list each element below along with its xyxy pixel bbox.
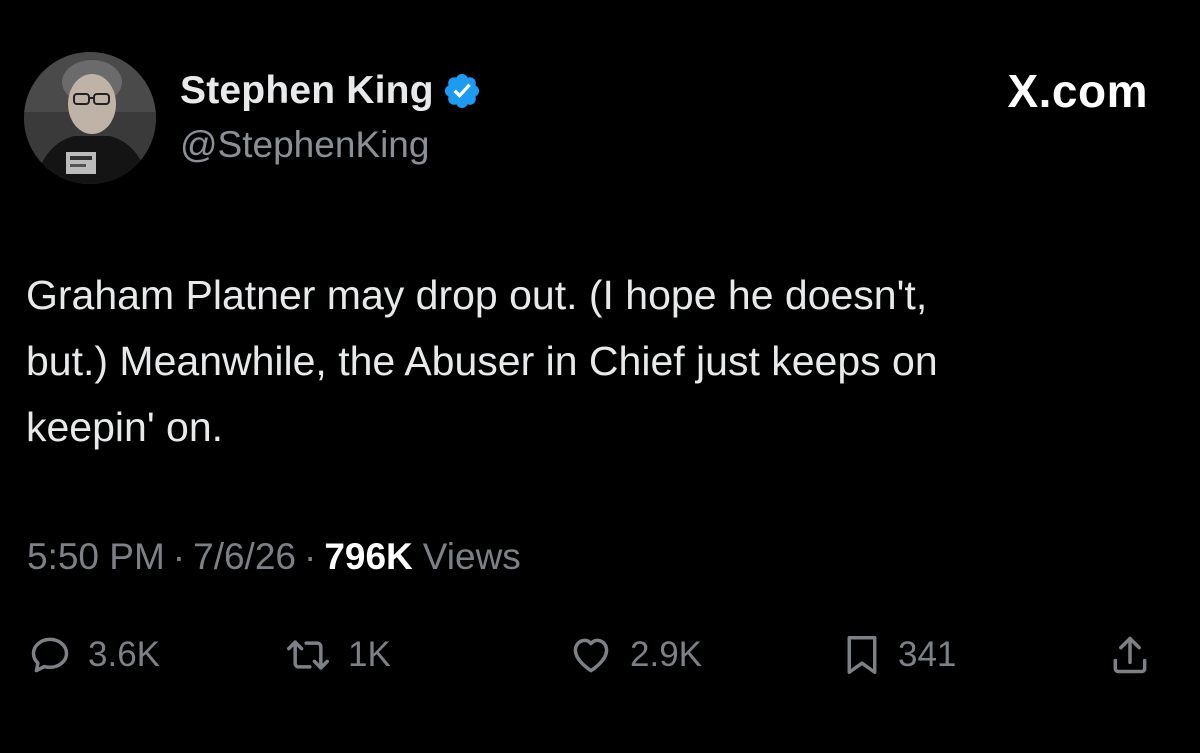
heart-icon <box>568 633 614 677</box>
share-button[interactable] <box>1108 620 1152 690</box>
repost-icon <box>284 633 332 677</box>
verified-badge-icon <box>442 71 482 111</box>
tweet-meta: 5:50 PM · 7/6/26 · 796K Views <box>27 532 521 582</box>
bookmark-icon <box>842 633 882 677</box>
views-count: 796K <box>324 536 413 577</box>
author-display-name[interactable]: Stephen King <box>180 69 434 113</box>
like-button[interactable]: 2.9K <box>568 620 702 690</box>
repost-count: 1K <box>348 635 391 674</box>
action-bar: 3.6K 1K 2.9K 341 <box>0 620 1200 690</box>
bookmark-count: 341 <box>898 635 957 674</box>
views-label: Views <box>422 536 521 577</box>
avatar-image <box>24 52 156 184</box>
brand-logo: X.com <box>1007 65 1148 117</box>
tweet-text: Graham Platner may drop out. (I hope he … <box>26 272 938 450</box>
bookmark-button[interactable]: 341 <box>842 620 956 690</box>
reply-icon <box>28 633 72 677</box>
tweet-time[interactable]: 5:50 PM <box>27 536 165 578</box>
like-count: 2.9K <box>630 635 702 674</box>
meta-separator: · <box>172 536 186 577</box>
author-name-row: Stephen King <box>180 66 482 116</box>
meta-separator: · <box>304 536 317 577</box>
reply-button[interactable]: 3.6K <box>28 620 160 690</box>
avatar[interactable] <box>24 52 156 184</box>
author-handle[interactable]: @StephenKing <box>180 124 429 166</box>
tweet-card: Stephen King @StephenKing X.com Graham P… <box>0 0 1200 753</box>
reply-count: 3.6K <box>88 635 160 674</box>
repost-button[interactable]: 1K <box>284 620 391 690</box>
tweet-date[interactable]: 7/6/26 <box>193 536 296 578</box>
share-icon <box>1108 633 1152 677</box>
